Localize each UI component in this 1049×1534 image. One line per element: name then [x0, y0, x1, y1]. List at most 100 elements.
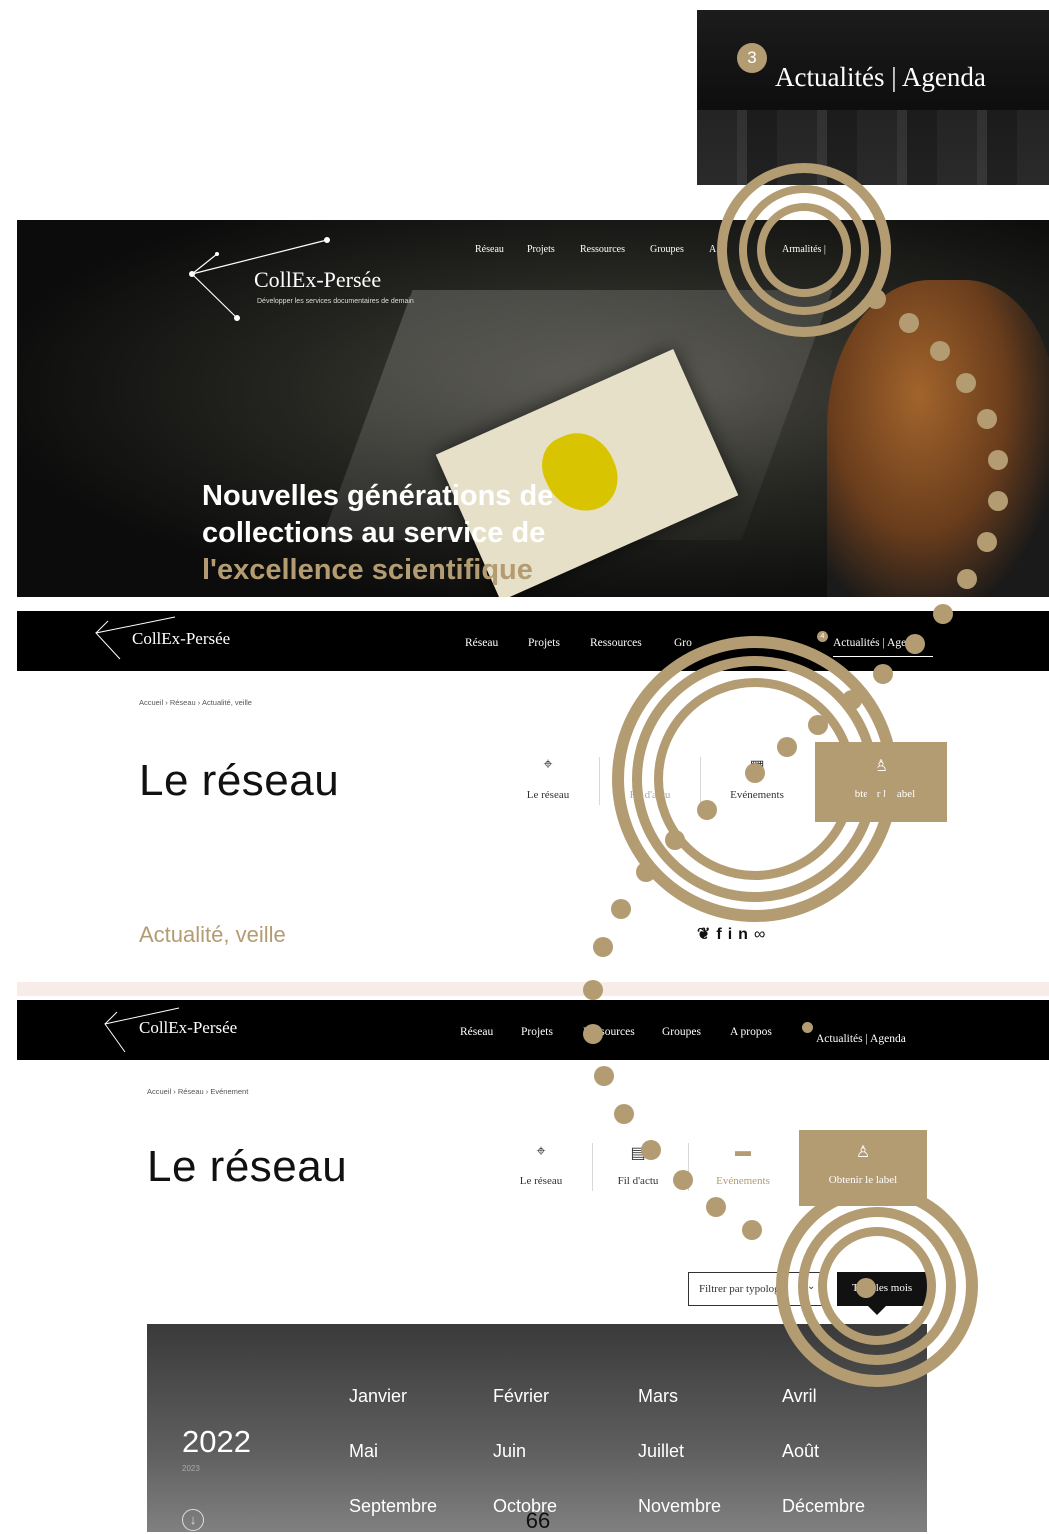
- header-bar: CollEx-Persée Réseau Projets Ressources …: [17, 611, 1049, 671]
- connector-dot: [956, 373, 976, 393]
- nav-apropos[interactable]: A propos: [730, 1026, 772, 1038]
- month-mai[interactable]: Mai: [349, 1441, 378, 1462]
- page-title: Le réseau: [139, 756, 340, 805]
- tab-divider: [599, 757, 600, 805]
- tab-evenements[interactable]: Evénements: [698, 1175, 788, 1187]
- month-mars[interactable]: Mars: [638, 1386, 678, 1407]
- status-dot: [802, 1022, 813, 1033]
- connector-dot: [641, 1140, 661, 1160]
- connector-dot: [583, 980, 603, 1000]
- page-title: Le réseau: [147, 1142, 348, 1191]
- month-fevrier[interactable]: Février: [493, 1386, 549, 1407]
- link-icon[interactable]: ∞: [754, 926, 771, 943]
- month-decembre[interactable]: Décembre: [782, 1496, 865, 1517]
- nav-groupes[interactable]: Groupes: [662, 1026, 701, 1038]
- connector-dot: [977, 532, 997, 552]
- month-avril[interactable]: Avril: [782, 1386, 817, 1407]
- headline-line-3: l'excellence scientifique: [202, 554, 533, 586]
- page-number: 66: [525, 1508, 551, 1533]
- map-pin-icon: ⌖: [543, 756, 553, 773]
- tab-label-text: Obtenir le label: [828, 1174, 898, 1186]
- nav-reseau[interactable]: Réseau: [465, 637, 498, 649]
- nav-actualites-agenda[interactable]: Actualités | Agenda: [816, 1033, 906, 1045]
- nav-reseau[interactable]: Réseau: [475, 244, 504, 255]
- connector-dot: [777, 737, 797, 757]
- step-badge: 3: [737, 43, 767, 73]
- headline-line-2: collections au service de: [202, 517, 546, 549]
- background-photo: [697, 110, 1049, 185]
- arrow-down-icon[interactable]: ↓: [182, 1509, 204, 1531]
- nav-groupes[interactable]: Gro: [674, 637, 692, 649]
- connector-dot: [614, 1104, 634, 1124]
- breadcrumb[interactable]: Accueil › Réseau › Actualité, veille: [139, 698, 252, 707]
- nav-reseau[interactable]: Réseau: [460, 1026, 493, 1038]
- connector-dot: [933, 604, 953, 624]
- menu-zoom-crop: 3 Actualités | Agenda: [697, 10, 1049, 185]
- logo-subtitle: Développer les services documentaires de…: [257, 298, 414, 305]
- twitter-icon[interactable]: ❦: [697, 926, 716, 943]
- hero-banner: CollEx-Persée Développer les services do…: [17, 220, 1049, 597]
- nav-projets[interactable]: Projets: [521, 1026, 553, 1038]
- connector-dot: [611, 899, 631, 919]
- header-bar: CollEx-Persée Réseau Projets Ressources …: [17, 1000, 1049, 1060]
- logo-name[interactable]: CollEx-Persée: [139, 1018, 237, 1038]
- connector-dot: [636, 862, 656, 882]
- connector-dot: [697, 800, 717, 820]
- filter-label: Filtrer par typologie: [699, 1283, 788, 1295]
- nav-apropos[interactable]: A: [709, 244, 716, 255]
- connector-dot: [673, 1170, 693, 1190]
- connector-dot: [988, 491, 1008, 511]
- connector-dot: [866, 289, 886, 309]
- connector-dot: [988, 450, 1008, 470]
- nav-groupes[interactable]: Groupes: [650, 244, 684, 255]
- logo-name[interactable]: CollEx-Persée: [132, 629, 230, 649]
- month-septembre[interactable]: Septembre: [349, 1496, 437, 1517]
- researcher-silhouette: [827, 280, 1049, 597]
- tab-fil-actu[interactable]: Fil d'actu: [593, 1175, 683, 1187]
- month-janvier[interactable]: Janvier: [349, 1386, 407, 1407]
- connector-dot: [856, 1278, 876, 1298]
- user-icon: ♙: [855, 1144, 871, 1161]
- nav-ressources[interactable]: Ressources: [590, 637, 642, 649]
- nav-projets[interactable]: Projets: [527, 244, 555, 255]
- current-year[interactable]: 2022: [182, 1424, 251, 1460]
- news-agenda-link[interactable]: Actualités | Agenda: [775, 62, 986, 93]
- connector-dot: [842, 690, 862, 710]
- connector-dot: [905, 634, 925, 654]
- tab-le-reseau[interactable]: Le réseau: [503, 789, 593, 801]
- connector-dot: [583, 1024, 603, 1044]
- map-pin-icon: ⌖: [536, 1143, 546, 1160]
- social-links: ❦fin∞: [697, 924, 771, 944]
- month-juillet[interactable]: Juillet: [638, 1441, 684, 1462]
- section-divider: [17, 982, 1049, 996]
- facebook-icon[interactable]: f: [716, 926, 727, 943]
- headline-line-1: Nouvelles générations de: [202, 480, 554, 512]
- month-novembre[interactable]: Novembre: [638, 1496, 721, 1517]
- connector-dot: [706, 1197, 726, 1217]
- calendar-icon: ▬: [735, 1143, 751, 1160]
- connector-dot: [745, 763, 765, 783]
- hero-headline: Nouvelles générations de collections au …: [202, 478, 553, 589]
- tab-le-reseau[interactable]: Le réseau: [496, 1175, 586, 1187]
- month-juin[interactable]: Juin: [493, 1441, 526, 1462]
- connector-dot: [808, 715, 828, 735]
- logo-text: CollEx-Persée: [132, 629, 231, 648]
- logo-text: CollEx-Persée: [139, 1018, 238, 1037]
- connector-dot: [593, 937, 613, 957]
- highlight-ring: [757, 203, 851, 297]
- connector-dot: [977, 409, 997, 429]
- next-year[interactable]: 2023: [182, 1464, 200, 1473]
- month-aout[interactable]: Août: [782, 1441, 819, 1462]
- nav-projets[interactable]: Projets: [528, 637, 560, 649]
- step-badge: 4: [817, 631, 828, 642]
- connector-dot: [899, 313, 919, 333]
- logo-name[interactable]: CollEx-Persée: [254, 267, 381, 293]
- breadcrumb[interactable]: Accueil › Réseau › Evénement: [147, 1087, 248, 1096]
- connector-dot: [873, 664, 893, 684]
- connector-dot: [665, 830, 685, 850]
- section-title: Actualité, veille: [139, 922, 286, 947]
- linkedin-icon[interactable]: in: [728, 926, 754, 943]
- connector-dot: [930, 341, 950, 361]
- nav-ressources[interactable]: Ressources: [580, 244, 625, 255]
- active-underline: [833, 656, 933, 657]
